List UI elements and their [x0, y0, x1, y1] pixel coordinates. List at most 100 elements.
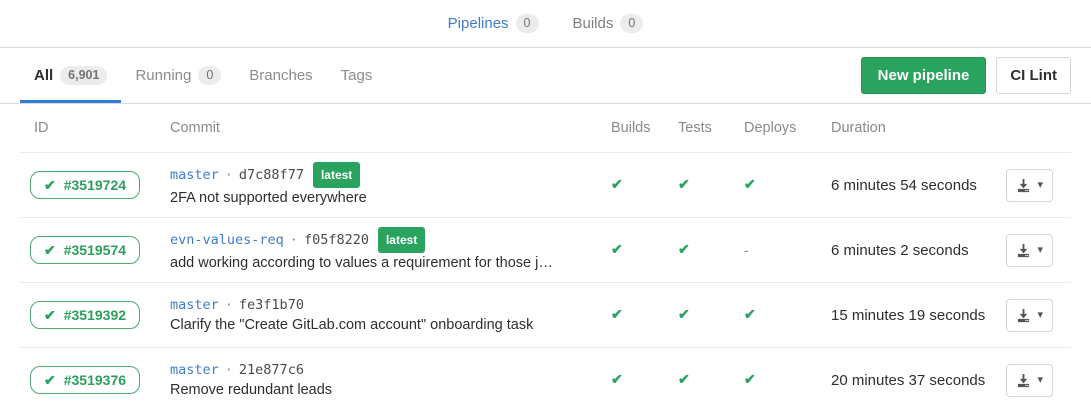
builds-status-cell[interactable]: ✔ [591, 307, 658, 323]
tab-builds-label: Builds [573, 15, 614, 32]
filter-tab-branches[interactable]: Branches [235, 48, 326, 103]
pipeline-id-cell: ✔ #3519376 [20, 366, 170, 394]
commit-ref-line: master · fe3f1b70 [170, 295, 591, 315]
chevron-down-icon: ▾ [1037, 375, 1043, 386]
commit-message-link[interactable]: Remove redundant leads [170, 380, 582, 400]
commit-sha-link[interactable]: fe3f1b70 [239, 295, 304, 315]
tab-builds[interactable]: Builds 0 [573, 14, 644, 33]
commit-message-link[interactable]: add working according to values a requir… [170, 253, 582, 273]
filter-tab-all[interactable]: All 6,901 [20, 48, 121, 103]
deploys-status-cell[interactable]: ✔ [724, 307, 811, 323]
success-check-icon: ✔ [611, 241, 623, 257]
download-artifacts-icon [1016, 308, 1031, 323]
success-check-icon: ✔ [678, 176, 690, 192]
pipeline-status-badge[interactable]: ✔ #3519724 [30, 171, 140, 199]
filter-tab-running-label: Running [135, 67, 191, 84]
download-artifacts-button[interactable]: ▾ [1006, 364, 1053, 397]
pipeline-row: ✔ #3519574 evn-values-req · f05f8220 lat… [20, 217, 1071, 282]
new-pipeline-button[interactable]: New pipeline [861, 57, 987, 94]
tests-status-cell[interactable]: ✔ [658, 177, 724, 193]
success-check-icon: ✔ [44, 243, 56, 257]
pipeline-row: ✔ #3519376 master · 21e877c6 Remove redu… [20, 347, 1071, 410]
success-check-icon: ✔ [44, 308, 56, 322]
pipeline-id: #3519392 [64, 307, 126, 323]
pipeline-id-cell: ✔ #3519724 [20, 171, 170, 199]
success-check-icon: ✔ [611, 371, 623, 387]
commit-sha-link[interactable]: d7c88f77 [239, 165, 304, 185]
filter-tab-tags-label: Tags [341, 67, 373, 84]
tab-pipelines-label: Pipelines [448, 15, 509, 32]
download-artifacts-icon [1016, 243, 1031, 258]
actions-cell: ▾ [1001, 234, 1071, 267]
latest-badge: latest [378, 227, 425, 253]
separator-dot: · [225, 165, 233, 185]
pipeline-duration: 15 minutes 19 seconds [811, 307, 1001, 324]
pipeline-row: ✔ #3519724 master · d7c88f77 latest 2FA … [20, 152, 1071, 217]
table-header-row: ID Commit Builds Tests Deploys Duration [20, 104, 1071, 152]
success-check-icon: ✔ [678, 241, 690, 257]
tab-pipelines-count-badge: 0 [516, 14, 539, 33]
download-artifacts-button[interactable]: ▾ [1006, 299, 1053, 332]
pipeline-id: #3519376 [64, 372, 126, 388]
pipeline-id: #3519724 [64, 177, 126, 193]
tab-pipelines[interactable]: Pipelines 0 [448, 14, 539, 33]
pipeline-status-badge[interactable]: ✔ #3519392 [30, 301, 140, 329]
ci-lint-button[interactable]: CI Lint [996, 57, 1071, 94]
download-artifacts-button[interactable]: ▾ [1006, 234, 1053, 267]
branch-link[interactable]: master [170, 360, 219, 380]
commit-sha-link[interactable]: 21e877c6 [239, 360, 304, 380]
filter-tabs: All 6,901 Running 0 Branches Tags [20, 48, 386, 103]
pipeline-status-badge[interactable]: ✔ #3519574 [30, 236, 140, 264]
header-builds: Builds [591, 120, 658, 136]
commit-cell: master · 21e877c6 Remove redundant leads [170, 360, 591, 400]
tests-status-cell[interactable]: ✔ [658, 242, 724, 258]
pipeline-duration: 6 minutes 54 seconds [811, 177, 1001, 194]
separator-dot: · [290, 230, 298, 250]
pipeline-duration: 6 minutes 2 seconds [811, 242, 1001, 259]
success-check-icon: ✔ [678, 306, 690, 322]
builds-status-cell[interactable]: ✔ [591, 372, 658, 388]
commit-message-link[interactable]: Clarify the "Create GitLab.com account" … [170, 315, 582, 335]
branch-link[interactable]: master [170, 295, 219, 315]
builds-status-cell[interactable]: ✔ [591, 177, 658, 193]
actions-cell: ▾ [1001, 364, 1071, 397]
header-deploys: Deploys [724, 120, 811, 136]
tests-status-cell[interactable]: ✔ [658, 307, 724, 323]
branch-link[interactable]: master [170, 165, 219, 185]
filter-tab-tags[interactable]: Tags [327, 48, 387, 103]
top-nav: Pipelines 0 Builds 0 [0, 0, 1091, 48]
builds-status-cell[interactable]: ✔ [591, 242, 658, 258]
commit-message-link[interactable]: 2FA not supported everywhere [170, 188, 582, 208]
latest-badge: latest [313, 162, 360, 188]
commit-ref-line: master · d7c88f77 latest [170, 162, 591, 188]
success-check-icon: ✔ [678, 371, 690, 387]
header-duration: Duration [811, 120, 1001, 136]
success-check-icon: ✔ [611, 306, 623, 322]
tests-status-cell[interactable]: ✔ [658, 372, 724, 388]
actions-cell: ▾ [1001, 299, 1071, 332]
chevron-down-icon: ▾ [1037, 310, 1043, 321]
filter-tab-running[interactable]: Running 0 [121, 48, 235, 103]
pipeline-id-cell: ✔ #3519574 [20, 236, 170, 264]
commit-ref-line: evn-values-req · f05f8220 latest [170, 227, 591, 253]
success-check-icon: ✔ [44, 373, 56, 387]
table-body: ✔ #3519724 master · d7c88f77 latest 2FA … [20, 152, 1071, 410]
tab-builds-count-badge: 0 [620, 14, 643, 33]
filter-tab-running-count-badge: 0 [198, 66, 221, 85]
filter-tab-branches-label: Branches [249, 67, 312, 84]
deploys-status-cell[interactable]: ✔ [724, 372, 811, 388]
pipeline-status-badge[interactable]: ✔ #3519376 [30, 366, 140, 394]
filter-tab-all-label: All [34, 67, 53, 84]
toolbar-buttons: New pipeline CI Lint [861, 48, 1071, 103]
commit-sha-link[interactable]: f05f8220 [304, 230, 369, 250]
success-check-icon: ✔ [744, 306, 756, 322]
deploys-status-cell[interactable]: ✔ [724, 177, 811, 193]
success-check-icon: ✔ [44, 178, 56, 192]
filter-tab-all-count-badge: 6,901 [60, 66, 107, 85]
separator-dot: · [225, 360, 233, 380]
download-artifacts-button[interactable]: ▾ [1006, 169, 1053, 202]
deploys-status-cell[interactable]: - [724, 242, 811, 259]
header-commit: Commit [170, 120, 591, 136]
branch-link[interactable]: evn-values-req [170, 230, 284, 250]
header-id: ID [20, 120, 170, 136]
